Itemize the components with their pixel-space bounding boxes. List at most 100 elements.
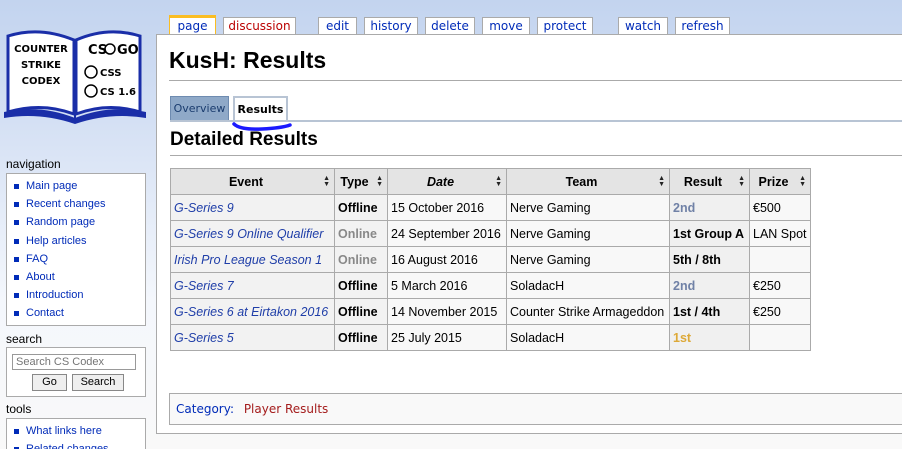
nav-item-main-page[interactable]: Main page — [13, 177, 145, 195]
nav-item-introduction[interactable]: Introduction — [13, 286, 145, 304]
column-header-label: Result — [683, 174, 723, 189]
logo-text-counter: COUNTER — [14, 44, 68, 55]
section-title: Detailed Results — [170, 129, 318, 150]
results-table: Event ▲ ▼ Type ▲ ▼ Date ▲ ▼ Team ▲ ▼ Result ▲ ▼ Pr… — [170, 168, 811, 351]
date-cell: 5 March 2016 — [387, 272, 507, 299]
team-cell: Nerve Gaming — [506, 246, 670, 273]
table-row: G-Series 6 at Eirtakon 2016 Offline 14 N… — [170, 298, 811, 325]
title-divider — [169, 80, 902, 81]
tab-edit[interactable]: edit — [318, 17, 357, 35]
table-row: G-Series 7 Offline 5 March 2016 SoladacH… — [170, 272, 811, 299]
tool-item-related-changes[interactable]: Related changes — [13, 440, 145, 449]
column-header-label: Event — [228, 174, 264, 189]
navigation-heading: navigation — [6, 157, 61, 171]
category-label-link[interactable]: Category: — [176, 402, 234, 416]
event-link[interactable]: Irish Pro League Season 1 — [170, 246, 335, 273]
team-cell: SoladacH — [506, 324, 670, 351]
event-link[interactable]: G-Series 5 — [170, 324, 335, 351]
search-portlet: Go Search — [6, 347, 146, 397]
table-header-row: Event ▲ ▼ Type ▲ ▼ Date ▲ ▼ Team ▲ ▼ Result ▲ ▼ Pr… — [170, 168, 811, 195]
tab-protect[interactable]: protect — [537, 17, 593, 35]
tab-refresh[interactable]: refresh — [675, 17, 730, 35]
content-area: KusH: Results Overview Results Detailed … — [156, 34, 902, 434]
table-row: G-Series 9 Offline 15 October 2016 Nerve… — [170, 194, 811, 221]
result-cell: 1st / 4th — [669, 298, 750, 325]
prize-cell: LAN Spot — [749, 220, 811, 247]
column-header-event[interactable]: Event ▲ ▼ — [170, 168, 335, 195]
type-cell: Online — [334, 246, 388, 273]
column-header-result[interactable]: Result ▲ ▼ — [669, 168, 750, 195]
search-heading: search — [6, 332, 43, 346]
result-cell: 5th / 8th — [669, 246, 750, 273]
column-header-type[interactable]: Type ▲ ▼ — [334, 168, 388, 195]
prize-cell: €250 — [749, 298, 811, 325]
tab-watch[interactable]: watch — [618, 17, 668, 35]
event-link[interactable]: G-Series 9 — [170, 194, 335, 221]
navigation-portlet: Main page Recent changes Random page Hel… — [6, 173, 146, 326]
logo-text-cs: CS — [88, 43, 107, 58]
date-cell: 16 August 2016 — [387, 246, 507, 273]
column-header-date[interactable]: Date ▲ ▼ — [387, 168, 507, 195]
column-header-label: Date — [426, 174, 455, 189]
result-cell: 2nd — [669, 272, 750, 299]
go-button[interactable]: Go — [32, 374, 67, 391]
type-cell: Offline — [334, 298, 388, 325]
sort-icon: ▲ ▼ — [323, 174, 330, 188]
sort-icon: ▲ ▼ — [738, 174, 745, 188]
page-title: KusH: Results — [169, 47, 327, 73]
sort-icon: ▲ ▼ — [658, 174, 665, 188]
column-header-team[interactable]: Team ▲ ▼ — [506, 168, 670, 195]
prize-cell: €250 — [749, 272, 811, 299]
tool-item-what-links-here[interactable]: What links here — [13, 422, 145, 440]
date-cell: 15 October 2016 — [387, 194, 507, 221]
event-link[interactable]: G-Series 9 Online Qualifier — [170, 220, 335, 247]
tools-portlet: What links here Related changes — [6, 418, 146, 449]
nav-item-contact[interactable]: Contact — [13, 304, 145, 322]
section-divider — [170, 155, 902, 156]
type-cell: Offline — [334, 324, 388, 351]
subtab-overview[interactable]: Overview — [170, 96, 229, 121]
column-header-label: Team — [565, 174, 598, 189]
table-row: G-Series 9 Online Qualifier Online 24 Se… — [170, 220, 811, 247]
category-links: Category: Player Results — [169, 393, 902, 425]
category-player-results-link[interactable]: Player Results — [244, 402, 329, 416]
date-cell: 14 November 2015 — [387, 298, 507, 325]
column-header-prize[interactable]: Prize ▲ ▼ — [749, 168, 811, 195]
site-logo[interactable]: COUNTER STRIKE CODEX CS GO CSS CS 1.6 — [0, 18, 150, 128]
date-cell: 24 September 2016 — [387, 220, 507, 247]
prize-cell: €500 — [749, 194, 811, 221]
tab-delete[interactable]: delete — [425, 17, 475, 35]
tab-discussion[interactable]: discussion — [223, 17, 296, 35]
nav-item-random-page[interactable]: Random page — [13, 213, 145, 231]
nav-item-help-articles[interactable]: Help articles — [13, 232, 145, 250]
event-link[interactable]: G-Series 7 — [170, 272, 335, 299]
search-input[interactable] — [12, 354, 136, 370]
codex-book-icon: COUNTER STRIKE CODEX CS GO CSS CS 1.6 — [4, 30, 146, 124]
nav-item-about[interactable]: About — [13, 268, 145, 286]
logo-text-strike: STRIKE — [21, 60, 61, 71]
logo-text-css: CSS — [100, 68, 121, 79]
tab-history[interactable]: history — [364, 17, 418, 35]
logo-text-codex: CODEX — [22, 76, 61, 87]
event-link[interactable]: G-Series 6 at Eirtakon 2016 — [170, 298, 335, 325]
team-cell: Counter Strike Armageddon — [506, 298, 670, 325]
subtab-results[interactable]: Results — [233, 96, 288, 121]
search-button[interactable]: Search — [72, 374, 124, 391]
tab-move[interactable]: move — [482, 17, 530, 35]
type-cell: Offline — [334, 194, 388, 221]
tools-heading: tools — [6, 402, 32, 416]
table-row: G-Series 5 Offline 25 July 2015 SoladacH… — [170, 324, 811, 351]
prize-cell — [749, 246, 811, 273]
prize-cell — [749, 324, 811, 351]
sort-icon: ▲ ▼ — [376, 174, 383, 188]
tab-page[interactable]: page — [169, 15, 216, 35]
sort-icon: ▲ ▼ — [799, 174, 806, 188]
type-cell: Online — [334, 220, 388, 247]
column-header-label: Type — [340, 174, 369, 189]
nav-item-recent-changes[interactable]: Recent changes — [13, 195, 145, 213]
result-cell: 2nd — [669, 194, 750, 221]
table-row: Irish Pro League Season 1 Online 16 Augu… — [170, 246, 811, 273]
nav-item-faq[interactable]: FAQ — [13, 250, 145, 268]
logo-text-cs16: CS 1.6 — [100, 87, 136, 98]
team-cell: SoladacH — [506, 272, 670, 299]
